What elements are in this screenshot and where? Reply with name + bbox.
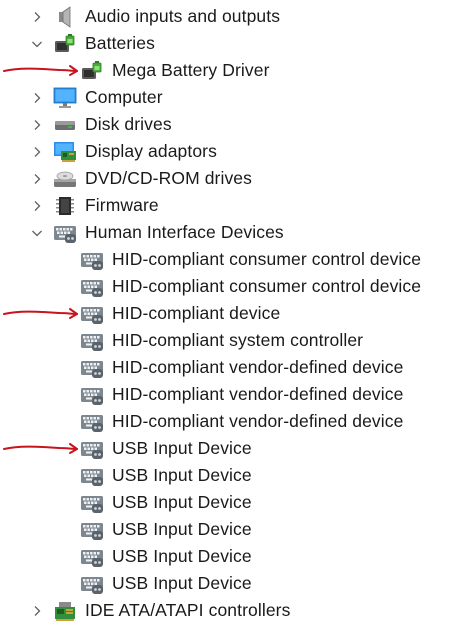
hid-icon (80, 329, 104, 353)
tree-item-label: HID-compliant device (112, 303, 281, 323)
tree-device-usb-input-device[interactable]: USB Input Device (0, 489, 460, 516)
hid-icon (80, 572, 104, 596)
tree-device-usb-input-device[interactable]: USB Input Device (0, 570, 460, 597)
hid-icon (80, 518, 104, 542)
chevron-right-icon[interactable] (30, 91, 44, 105)
tree-item-label: HID-compliant vendor-defined device (112, 411, 404, 431)
disk-drive-icon (53, 113, 77, 137)
tree-category-display-adaptors[interactable]: Display adaptors (0, 138, 460, 165)
tree-category-disk-drives[interactable]: Disk drives (0, 111, 460, 138)
tree-item-label: HID-compliant vendor-defined device (112, 357, 404, 377)
monitor-icon (53, 86, 77, 110)
chevron-right-icon[interactable] (30, 145, 44, 159)
tree-device-usb-input-device[interactable]: USB Input Device (0, 516, 460, 543)
tree-category-ide-ata-atapi-controllers[interactable]: IDE ATA/ATAPI controllers (0, 597, 460, 624)
hid-icon (80, 356, 104, 380)
tree-item-label: USB Input Device (112, 546, 252, 566)
chevron-right-icon[interactable] (30, 199, 44, 213)
annotation-arrow-icon (3, 443, 78, 454)
tree-item-label: IDE ATA/ATAPI controllers (85, 600, 291, 620)
chevron-down-icon[interactable] (30, 37, 44, 51)
tree-item-label: Firmware (85, 195, 159, 215)
tree-device-hid-compliant-consumer-control-device[interactable]: HID-compliant consumer control device (0, 273, 460, 300)
tree-device-hid-compliant-system-controller[interactable]: HID-compliant system controller (0, 327, 460, 354)
annotation-arrow-icon (3, 65, 78, 76)
chip-icon (53, 194, 77, 218)
annotation-arrow-icon (3, 308, 78, 319)
tree-item-label: USB Input Device (112, 492, 252, 512)
battery-icon (53, 32, 77, 56)
tree-device-usb-input-device[interactable]: USB Input Device (0, 462, 460, 489)
tree-category-batteries[interactable]: Batteries (0, 30, 460, 57)
hid-icon (80, 248, 104, 272)
hid-icon (80, 437, 104, 461)
tree-item-label: Disk drives (85, 114, 172, 134)
tree-item-label: USB Input Device (112, 465, 252, 485)
tree-item-label: HID-compliant consumer control device (112, 276, 422, 296)
display-adapter-icon (53, 140, 77, 164)
hid-icon (80, 275, 104, 299)
tree-item-label: DVD/CD-ROM drives (85, 168, 252, 188)
chevron-right-icon[interactable] (30, 604, 44, 618)
hid-icon (80, 545, 104, 569)
tree-category-dvd-cd-rom-drives[interactable]: DVD/CD-ROM drives (0, 165, 460, 192)
tree-item-label: USB Input Device (112, 438, 252, 458)
tree-device-mega-battery-driver[interactable]: Mega Battery Driver (0, 57, 460, 84)
tree-category-firmware[interactable]: Firmware (0, 192, 460, 219)
tree-category-computer[interactable]: Computer (0, 84, 460, 111)
tree-item-label: Batteries (85, 33, 155, 53)
tree-device-usb-input-device[interactable]: USB Input Device (0, 543, 460, 570)
tree-item-label: USB Input Device (112, 519, 252, 539)
tree-device-usb-input-device[interactable]: USB Input Device (0, 435, 460, 462)
hid-icon (80, 464, 104, 488)
chevron-right-icon[interactable] (30, 118, 44, 132)
tree-item-label: HID-compliant vendor-defined device (112, 384, 404, 404)
tree-device-hid-compliant-consumer-control-device[interactable]: HID-compliant consumer control device (0, 246, 460, 273)
tree-category-audio-inputs-and-outputs[interactable]: Audio inputs and outputs (0, 3, 460, 30)
hid-icon (53, 221, 77, 245)
hid-icon (80, 383, 104, 407)
tree-item-label: USB Input Device (112, 573, 252, 593)
dvd-drive-icon (53, 167, 77, 191)
battery-icon (80, 59, 104, 83)
tree-device-hid-compliant-vendor-defined-device[interactable]: HID-compliant vendor-defined device (0, 381, 460, 408)
chevron-right-icon[interactable] (30, 172, 44, 186)
tree-category-human-interface-devices[interactable]: Human Interface Devices (0, 219, 460, 246)
hid-icon (80, 491, 104, 515)
speaker-icon (53, 5, 77, 29)
tree-item-label: HID-compliant system controller (112, 330, 364, 350)
tree-item-label: Human Interface Devices (85, 222, 284, 242)
tree-item-label: Computer (85, 87, 163, 107)
hid-icon (80, 410, 104, 434)
chevron-right-icon[interactable] (30, 10, 44, 24)
tree-item-label: Display adaptors (85, 141, 217, 161)
tree-device-hid-compliant-device[interactable]: HID-compliant device (0, 300, 460, 327)
hid-icon (80, 302, 104, 326)
tree-device-hid-compliant-vendor-defined-device[interactable]: HID-compliant vendor-defined device (0, 408, 460, 435)
tree-item-label: HID-compliant consumer control device (112, 249, 422, 269)
device-tree: Audio inputs and outputs Batteries Mega Ba… (0, 3, 460, 624)
tree-item-label: Audio inputs and outputs (85, 6, 281, 26)
tree-item-label: Mega Battery Driver (112, 60, 270, 80)
tree-device-hid-compliant-vendor-defined-device[interactable]: HID-compliant vendor-defined device (0, 354, 460, 381)
chevron-down-icon[interactable] (30, 226, 44, 240)
